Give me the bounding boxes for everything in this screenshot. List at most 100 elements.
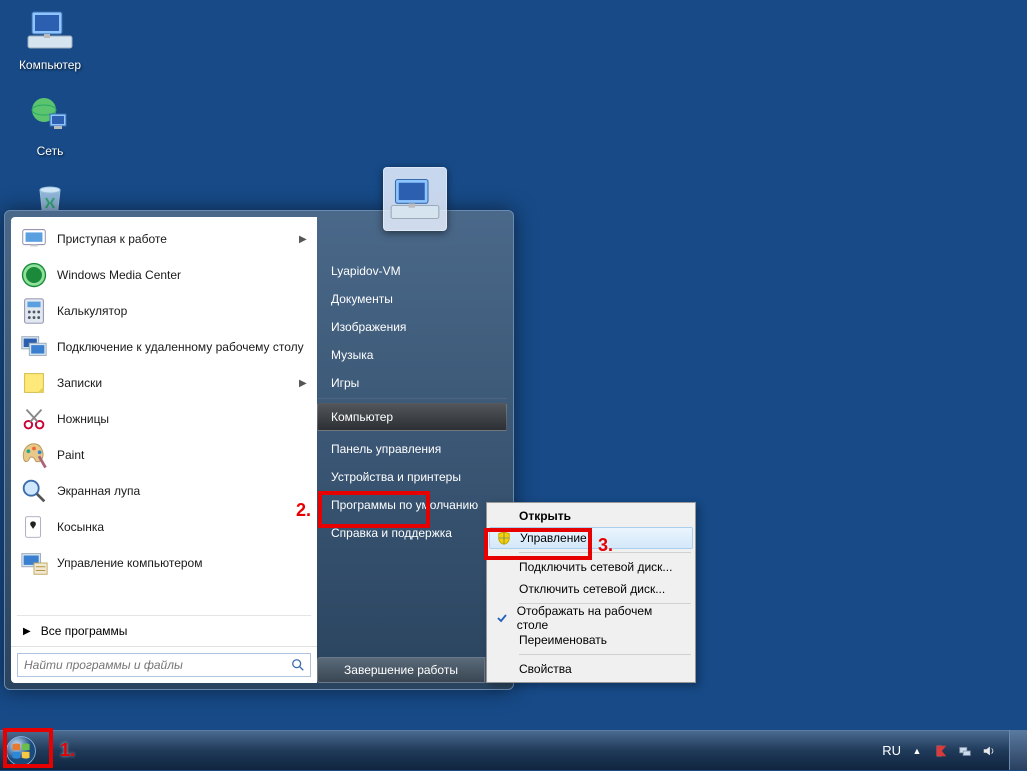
- desktop-icon-network[interactable]: Сеть: [10, 92, 90, 158]
- volume-tray-icon[interactable]: [981, 743, 997, 759]
- program-label: Ножницы: [57, 412, 309, 426]
- taskbar[interactable]: RU ▲: [0, 730, 1027, 770]
- program-item-magnifier[interactable]: Экранная лупа: [11, 473, 317, 509]
- desktop[interactable]: Компьютер Сеть Корзина Приступая к работ…: [0, 0, 1027, 730]
- ctx-separator: [519, 552, 691, 553]
- program-label: Управление компьютером: [57, 556, 309, 570]
- program-label: Приступая к работе: [57, 232, 299, 246]
- program-item-rdp[interactable]: Подключение к удаленному рабочему столу: [11, 329, 317, 365]
- snipping-tool-icon: [19, 404, 49, 434]
- right-item-label: Панель управления: [331, 442, 441, 456]
- language-indicator[interactable]: RU: [882, 743, 901, 758]
- system-tray: RU ▲: [882, 743, 997, 759]
- show-desktop-button[interactable]: [1009, 730, 1027, 770]
- right-item-label: Документы: [331, 292, 393, 306]
- context-menu: Открыть Управление Подключить сетевой ди…: [486, 502, 696, 683]
- ctx-item-disconnect-drive[interactable]: Отключить сетевой диск...: [489, 578, 693, 600]
- ctx-icon-none: [489, 556, 517, 578]
- program-label: Калькулятор: [57, 304, 309, 318]
- program-item-computer-management[interactable]: Управление компьютером: [11, 545, 317, 581]
- right-item-control-panel[interactable]: Панель управления: [317, 435, 507, 463]
- ctx-label: Управление: [520, 531, 587, 545]
- user-picture[interactable]: [383, 167, 447, 231]
- ctx-icon-none: [489, 505, 517, 527]
- start-menu: Приступая к работе ▶ Windows Media Cente…: [4, 210, 514, 690]
- ctx-icon-none: [489, 629, 517, 651]
- right-item-music[interactable]: Музыка: [317, 341, 507, 369]
- action-center-icon[interactable]: [933, 743, 949, 759]
- program-label: Windows Media Center: [57, 268, 309, 282]
- program-item-paint[interactable]: Paint: [11, 437, 317, 473]
- start-menu-right-pane: Lyapidov-VM Документы Изображения Музыка…: [317, 211, 513, 689]
- right-item-computer[interactable]: Компьютер: [317, 403, 507, 431]
- shutdown-row: Завершение работы ▶: [317, 657, 507, 683]
- program-item-getting-started[interactable]: Приступая к работе ▶: [11, 221, 317, 257]
- ctx-label: Свойства: [519, 662, 572, 676]
- desktop-icon-computer[interactable]: Компьютер: [10, 6, 90, 72]
- right-item-label: Изображения: [331, 320, 406, 334]
- program-item-scissors[interactable]: Ножницы: [11, 401, 317, 437]
- search-input[interactable]: [18, 658, 286, 672]
- right-item-label: Программы по умолчанию: [331, 498, 478, 512]
- ctx-item-rename[interactable]: Переименовать: [489, 629, 693, 651]
- ctx-icon-none: [489, 578, 517, 600]
- desktop-icon-label: Компьютер: [10, 58, 90, 72]
- ctx-item-open[interactable]: Открыть: [489, 505, 693, 527]
- media-center-icon: [19, 260, 49, 290]
- ctx-label: Переименовать: [519, 633, 607, 647]
- search-box[interactable]: [17, 653, 311, 677]
- magnifier-icon: [19, 476, 49, 506]
- right-item-label: Lyapidov-VM: [331, 264, 401, 278]
- chevron-right-icon: ▶: [299, 378, 309, 389]
- right-item-devices[interactable]: Устройства и принтеры: [317, 463, 507, 491]
- shutdown-button[interactable]: Завершение работы: [317, 657, 485, 683]
- program-label: Косынка: [57, 520, 309, 534]
- program-item-notes[interactable]: Записки ▶: [11, 365, 317, 401]
- start-menu-left-pane: Приступая к работе ▶ Windows Media Cente…: [11, 217, 317, 683]
- ctx-icon-none: [489, 658, 517, 680]
- chevron-right-icon: ▶: [299, 234, 309, 245]
- right-item-label: Устройства и принтеры: [331, 470, 461, 484]
- right-item-user[interactable]: Lyapidov-VM: [317, 257, 507, 285]
- program-label: Экранная лупа: [57, 484, 309, 498]
- ctx-label: Открыть: [519, 509, 571, 523]
- windows-orb-icon: [4, 734, 38, 768]
- right-item-label: Музыка: [331, 348, 373, 362]
- program-label: Записки: [57, 376, 299, 390]
- ctx-item-map-drive[interactable]: Подключить сетевой диск...: [489, 556, 693, 578]
- program-item-wmc[interactable]: Windows Media Center: [11, 257, 317, 293]
- all-programs-button[interactable]: ▶ Все программы: [11, 616, 317, 646]
- network-icon: [26, 92, 74, 140]
- ctx-item-show-on-desktop[interactable]: Отображать на рабочем столе: [489, 607, 693, 629]
- network-tray-icon[interactable]: [957, 743, 973, 759]
- tray-arrow-icon[interactable]: ▲: [909, 743, 925, 759]
- right-item-label: Справка и поддержка: [331, 526, 452, 540]
- ctx-item-manage[interactable]: Управление: [489, 527, 693, 549]
- paint-icon: [19, 440, 49, 470]
- getting-started-icon: [19, 224, 49, 254]
- rdp-icon: [19, 332, 49, 362]
- right-item-label: Игры: [331, 376, 359, 390]
- desktop-icon-label: Сеть: [10, 144, 90, 158]
- chevron-right-icon: ▶: [23, 626, 31, 637]
- ctx-item-properties[interactable]: Свойства: [489, 658, 693, 680]
- right-item-default-programs[interactable]: Программы по умолчанию: [317, 491, 507, 519]
- right-item-documents[interactable]: Документы: [317, 285, 507, 313]
- search-icon: [286, 658, 310, 672]
- start-menu-program-list: Приступая к работе ▶ Windows Media Cente…: [11, 217, 317, 615]
- shield-icon: [490, 527, 518, 549]
- sticky-notes-icon: [19, 368, 49, 398]
- program-item-calculator[interactable]: Калькулятор: [11, 293, 317, 329]
- ctx-label: Отключить сетевой диск...: [519, 582, 665, 596]
- right-item-help[interactable]: Справка и поддержка: [317, 519, 507, 547]
- ctx-separator: [519, 654, 691, 655]
- right-item-games[interactable]: Игры: [317, 369, 507, 399]
- program-item-solitaire[interactable]: Косынка: [11, 509, 317, 545]
- right-item-label: Компьютер: [331, 410, 393, 424]
- program-label: Paint: [57, 448, 309, 462]
- solitaire-icon: [19, 512, 49, 542]
- computer-management-icon: [19, 548, 49, 578]
- right-item-pictures[interactable]: Изображения: [317, 313, 507, 341]
- start-button[interactable]: [0, 731, 42, 771]
- shutdown-label: Завершение работы: [344, 663, 458, 677]
